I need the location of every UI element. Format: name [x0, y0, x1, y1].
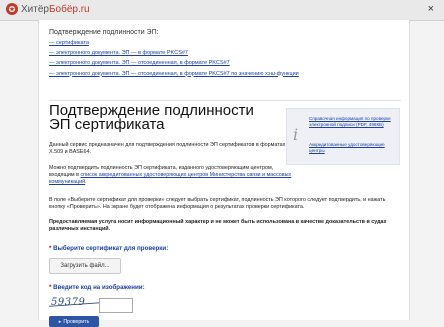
instructions-text: В поле «Выберите сертификат для проверки…	[49, 197, 386, 211]
accredited-centers-link[interactable]: Аккредитованные удостоверяющие центры	[309, 142, 395, 154]
logo-icon: ✪	[6, 3, 18, 15]
info-box: i Справочная информация по проверке элек…	[286, 108, 400, 165]
page-title: Подтверждение подлинности ЭП сертификата	[49, 102, 254, 133]
toc-link-certificate[interactable]: — сертификата	[49, 38, 401, 48]
site-logo[interactable]: ✪ ХитёрБобёр.ru	[6, 3, 90, 15]
check-button[interactable]: ▸ Проверить	[49, 316, 99, 327]
toc-link-pkcs7-detached[interactable]: — электронного документа. ЭП — отсоедине…	[49, 58, 401, 68]
toc-link-pkcs7-hash[interactable]: — электронного документа. ЭП — отсоедине…	[49, 69, 401, 79]
browser-topbar: ✪ ХитёрБобёр.ru ×	[0, 0, 444, 21]
upload-file-button[interactable]: Загрузить файл...	[49, 258, 121, 274]
logo-text: ХитёрБобёр.ru	[21, 3, 90, 15]
divider	[49, 100, 401, 101]
play-icon: ▸	[58, 318, 62, 325]
captcha-input[interactable]	[99, 298, 133, 313]
intro-text: Данный сервис предназначен для подтвержд…	[49, 142, 286, 156]
toc-title: Подтверждение подлинности ЭП:	[49, 29, 159, 36]
close-icon[interactable]: ×	[428, 3, 434, 15]
toc-link-pkcs7[interactable]: — электронного документа. ЭП — в формате…	[49, 48, 401, 58]
captcha-label: * Введите код на изображении:	[49, 284, 145, 291]
disclaimer-text: Предоставляемая услуга носит информацион…	[49, 219, 387, 233]
check-button-label: Проверить	[63, 318, 90, 325]
toc-list: — сертификата — электронного документа. …	[49, 38, 401, 79]
reference-pdf-link[interactable]: Справочная информация по проверке электр…	[309, 116, 395, 128]
certificate-select-label: * Выберите сертификат для проверки:	[49, 245, 169, 252]
page-content: Подтверждение подлинности ЭП: — сертифик…	[38, 20, 410, 327]
accredited-text: Можно подтвердить подлинность ЭП сертифи…	[49, 165, 292, 186]
